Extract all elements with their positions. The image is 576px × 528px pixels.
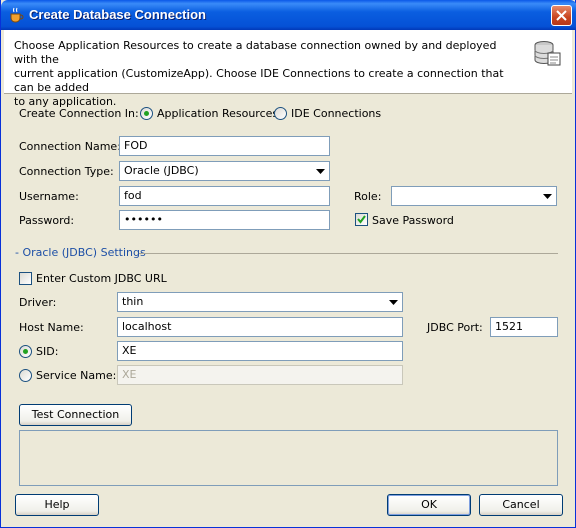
ide-connections-label[interactable]: IDE Connections <box>291 107 381 120</box>
service-name-input: XE <box>117 365 403 385</box>
ide-connections-radio[interactable] <box>274 107 287 120</box>
test-connection-button[interactable]: Test Connection <box>19 404 132 426</box>
save-password-checkbox[interactable] <box>355 213 368 226</box>
info-text: Choose Application Resources to create a… <box>14 39 514 109</box>
host-name-label: Host Name: <box>19 321 84 334</box>
role-label: Role: <box>354 190 382 203</box>
service-name-radio[interactable] <box>19 369 32 382</box>
checkmark-icon <box>357 215 366 224</box>
close-icon <box>556 10 567 21</box>
connection-name-label: Connection Name: <box>19 140 121 153</box>
connection-name-input[interactable]: FOD <box>119 136 330 156</box>
database-wizard-icon <box>532 38 562 71</box>
chevron-down-icon[interactable] <box>540 187 556 205</box>
chevron-down-icon[interactable] <box>313 162 329 180</box>
oracle-settings-header[interactable]: - Oracle (JDBC) Settings <box>15 246 146 259</box>
connection-type-select[interactable]: Oracle (JDBC) <box>119 161 330 181</box>
driver-label: Driver: <box>19 296 57 309</box>
create-in-label: Create Connection In: <box>19 107 139 120</box>
connection-type-label: Connection Type: <box>19 165 114 178</box>
ok-button[interactable]: OK <box>387 494 471 516</box>
jdbc-port-label: JDBC Port: <box>427 321 483 334</box>
jdbc-port-input[interactable]: 1521 <box>490 317 558 337</box>
username-input[interactable]: fod <box>119 186 330 206</box>
title-bar[interactable]: Create Database Connection <box>1 0 576 30</box>
info-panel: Choose Application Resources to create a… <box>4 30 572 108</box>
cancel-button[interactable]: Cancel <box>479 494 563 516</box>
window-title: Create Database Connection <box>29 7 206 22</box>
connection-type-value: Oracle (JDBC) <box>124 164 199 177</box>
chevron-down-icon[interactable] <box>386 293 402 311</box>
application-resources-radio[interactable] <box>140 107 153 120</box>
test-results-area <box>19 430 558 486</box>
section-divider <box>139 253 558 254</box>
host-name-input[interactable]: localhost <box>117 317 403 337</box>
driver-select[interactable]: thin <box>117 292 403 312</box>
custom-jdbc-url-checkbox[interactable] <box>19 272 32 285</box>
custom-jdbc-url-label[interactable]: Enter Custom JDBC URL <box>36 272 167 285</box>
sid-input[interactable]: XE <box>117 341 403 361</box>
info-line-2: current application (CustomizeApp). Choo… <box>14 67 504 94</box>
sid-radio[interactable] <box>19 345 32 358</box>
help-button[interactable]: Help <box>15 494 99 516</box>
driver-value: thin <box>122 295 144 308</box>
password-label: Password: <box>19 214 75 227</box>
info-line-1: Choose Application Resources to create a… <box>14 39 497 66</box>
save-password-label[interactable]: Save Password <box>372 214 454 227</box>
create-database-connection-dialog: Create Database Connection Choose Applic… <box>0 0 576 528</box>
application-resources-label[interactable]: Application Resources <box>157 107 278 120</box>
role-select[interactable] <box>391 186 557 206</box>
jdeveloper-cup-icon <box>7 6 25 24</box>
sid-label[interactable]: SID: <box>36 345 58 358</box>
close-button[interactable] <box>551 5 572 26</box>
password-input[interactable]: •••••• <box>119 210 330 230</box>
service-name-label[interactable]: Service Name: <box>36 369 116 382</box>
username-label: Username: <box>19 190 79 203</box>
